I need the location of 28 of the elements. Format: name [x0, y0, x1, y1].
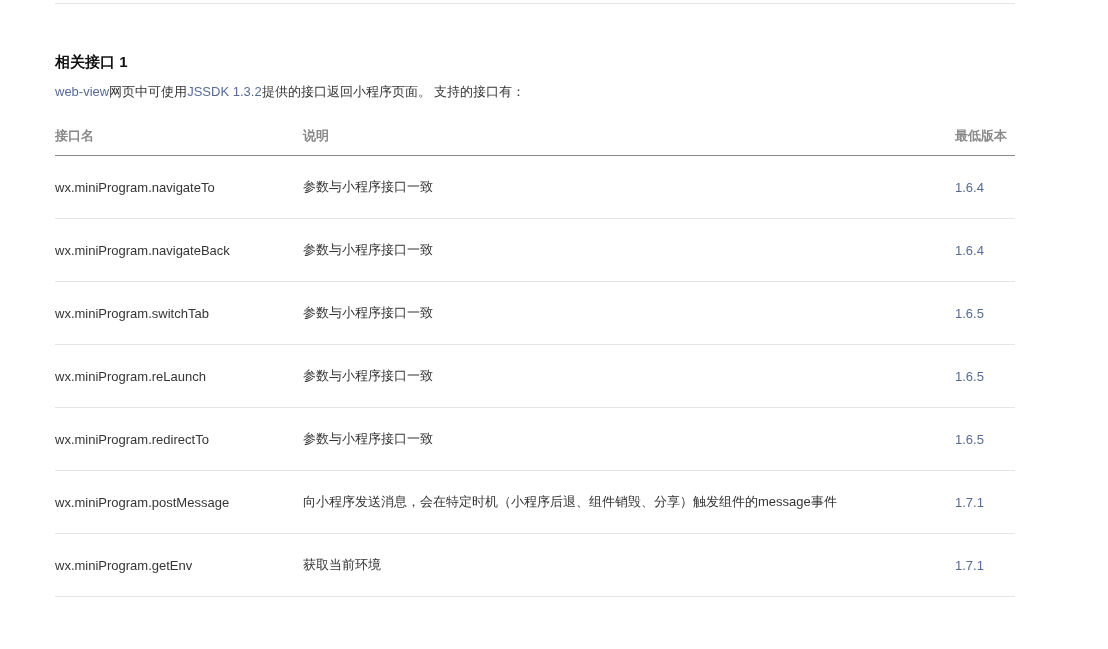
- section-heading: 相关接口 1: [55, 52, 129, 72]
- table-cell: wx.miniProgram.postMessage: [55, 470, 303, 534]
- table-cell: 参数与小程序接口一致: [303, 344, 955, 408]
- table-cell: wx.miniProgram.redirectTo: [55, 407, 303, 471]
- table-cell: 向小程序发送消息，会在特定时机（小程序后退、组件销毁、分享）触发组件的message事件: [303, 470, 955, 534]
- version-link[interactable]: 1.6.4: [955, 242, 984, 258]
- version-link[interactable]: 1.7.1: [955, 494, 984, 510]
- table-cell: wx.miniProgram.navigateBack: [55, 218, 303, 282]
- table-cell: wx.miniProgram.reLaunch: [55, 344, 303, 408]
- link[interactable]: JSSDK 1.3.2: [187, 84, 262, 99]
- intro-paragraph: web-view网页中可使用JSSDK 1.3.2提供的接口返回小程序页面。 支持的接口有：: [55, 83, 527, 101]
- column-header: 说明: [303, 116, 955, 156]
- link[interactable]: web-view: [55, 84, 110, 99]
- table-cell: 参数与小程序接口一致: [303, 407, 955, 471]
- version-link[interactable]: 1.6.5: [955, 305, 984, 321]
- table-cell: 获取当前环境: [303, 533, 955, 597]
- table-cell: 参数与小程序接口一致: [303, 281, 955, 345]
- table-cell: 参数与小程序接口一致: [303, 218, 955, 282]
- table-cell: 参数与小程序接口一致: [303, 155, 955, 219]
- table-cell: wx.miniProgram.navigateTo: [55, 155, 303, 219]
- version-link[interactable]: 1.6.5: [955, 368, 984, 384]
- version-link[interactable]: 1.6.4: [955, 179, 984, 195]
- column-header: 最低版本: [955, 116, 1015, 156]
- version-link[interactable]: 1.6.5: [955, 431, 984, 447]
- table-cell: wx.miniProgram.getEnv: [55, 533, 303, 597]
- version-link[interactable]: 1.7.1: [955, 557, 984, 573]
- table-cell: wx.miniProgram.switchTab: [55, 281, 303, 345]
- column-header: 接口名: [55, 116, 303, 156]
